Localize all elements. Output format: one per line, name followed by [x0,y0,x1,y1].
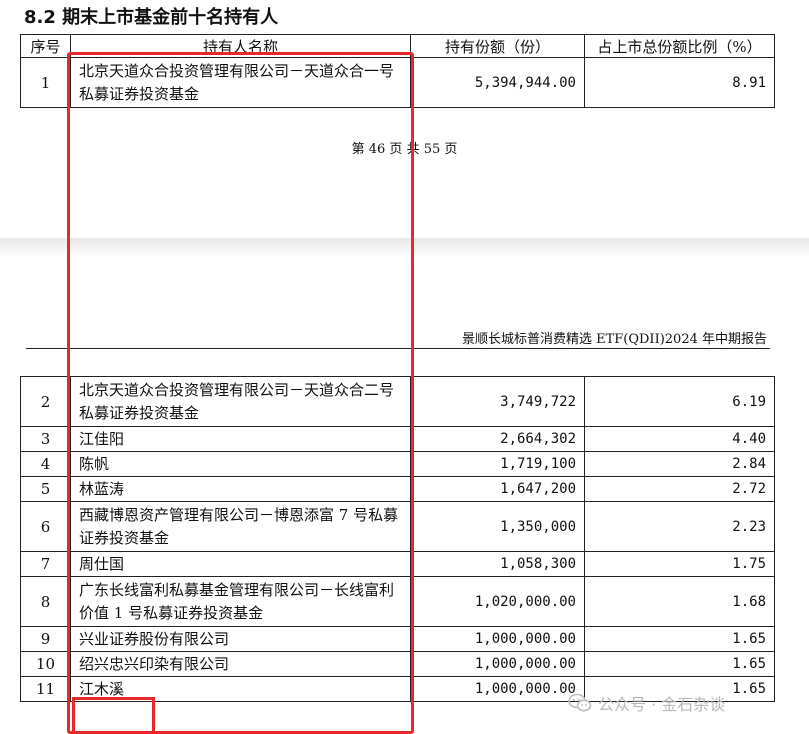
row-pct: 1.68 [584,576,775,627]
row-name: 陈帆 [70,451,411,477]
page-number: 第 46 页 共 55 页 [351,142,458,157]
row-name: 江佳阳 [70,426,411,452]
row-no: 6 [20,501,71,552]
row-name: 周仕国 [70,551,411,577]
wechat-icon [568,693,592,712]
table-row: 9 兴业证券股份有限公司 1,000,000.00 1.65 [20,626,775,652]
row-name: 林蓝涛 [70,476,411,502]
table-row: 5 林蓝涛 1,647,200 2.72 [20,476,775,502]
table-row: 2 北京天道众合投资管理有限公司－天道众合二号私募证券投资基金 3,749,72… [20,376,775,427]
row-no: 10 [20,651,71,677]
table-row: 6 西藏博恩资产管理有限公司－博恩添富 7 号私募证券投资基金 1,350,00… [20,501,775,552]
row-name: 北京天道众合投资管理有限公司－天道众合二号私募证券投资基金 [70,376,411,427]
table-row: 1 北京天道众合投资管理有限公司－天道众合一号私募证券投资基金 5,394,94… [20,57,775,108]
row-shares: 1,647,200 [410,476,585,502]
row-no: 11 [20,676,71,702]
header-pct: 占上市总份额比例（%） [584,34,775,58]
row-name: 绍兴忠兴印染有限公司 [70,651,411,677]
table-row: 3 江佳阳 2,664,302 4.40 [20,426,775,452]
watermark-text: 公众号 · 金石杂谈 [598,695,726,714]
row-shares: 1,020,000.00 [410,576,585,627]
row-pct: 2.23 [584,501,775,552]
holders-table-page1: 序号 持有人名称 持有份额（份） 占上市总份额比例（%） 1 北京天道众合投资管… [20,34,775,108]
row-pct: 2.72 [584,476,775,502]
table-row: 4 陈帆 1,719,100 2.84 [20,451,775,477]
row-pct: 2.84 [584,451,775,477]
row-no: 7 [20,551,71,577]
row-no: 9 [20,626,71,652]
header-rule [26,348,770,349]
row-no: 8 [20,576,71,627]
table-header-row: 序号 持有人名称 持有份额（份） 占上市总份额比例（%） [20,34,775,58]
header-name: 持有人名称 [70,34,411,58]
row-name: 广东长线富利私募基金管理有限公司－长线富利价值 1 号私募证券投资基金 [70,576,411,627]
row-shares: 1,719,100 [410,451,585,477]
row-no: 2 [20,376,71,427]
page-break-divider [0,238,809,258]
row-name: 西藏博恩资产管理有限公司－博恩添富 7 号私募证券投资基金 [70,501,411,552]
row-name: 北京天道众合投资管理有限公司－天道众合一号私募证券投资基金 [70,57,411,108]
row-shares: 1,000,000.00 [410,676,585,702]
report-header: 景顺长城标普消费精选 ETF(QDII)2024 年中期报告 [461,332,767,347]
row-no: 5 [20,476,71,502]
row-pct: 4.40 [584,426,775,452]
row-shares: 3,749,722 [410,376,585,427]
row-no: 1 [20,57,71,108]
header-no: 序号 [20,34,71,58]
table-row: 10 绍兴忠兴印染有限公司 1,000,000.00 1.65 [20,651,775,677]
row-pct: 1.65 [584,626,775,652]
row-shares: 1,350,000 [410,501,585,552]
row-shares: 2,664,302 [410,426,585,452]
row-shares: 1,000,000.00 [410,626,585,652]
row-pct: 8.91 [584,57,775,108]
watermark: 公众号 · 金石杂谈 [568,690,725,716]
row-pct: 6.19 [584,376,775,427]
table-row: 8 广东长线富利私募基金管理有限公司－长线富利价值 1 号私募证券投资基金 1,… [20,576,775,627]
highlight-box-last-holder [72,697,155,734]
row-no: 3 [20,426,71,452]
row-shares: 1,058,300 [410,551,585,577]
row-name: 兴业证券股份有限公司 [70,626,411,652]
row-shares: 5,394,944.00 [410,57,585,108]
row-pct: 1.75 [584,551,775,577]
row-no: 4 [20,451,71,477]
row-name: 江木溪 [70,676,411,702]
header-shares: 持有份额（份） [410,34,585,58]
holders-table-page2: 2 北京天道众合投资管理有限公司－天道众合二号私募证券投资基金 3,749,72… [20,376,775,702]
section-title: 8.2 期末上市基金前十名持有人 [24,7,279,28]
row-shares: 1,000,000.00 [410,651,585,677]
row-pct: 1.65 [584,651,775,677]
table-row: 7 周仕国 1,058,300 1.75 [20,551,775,577]
